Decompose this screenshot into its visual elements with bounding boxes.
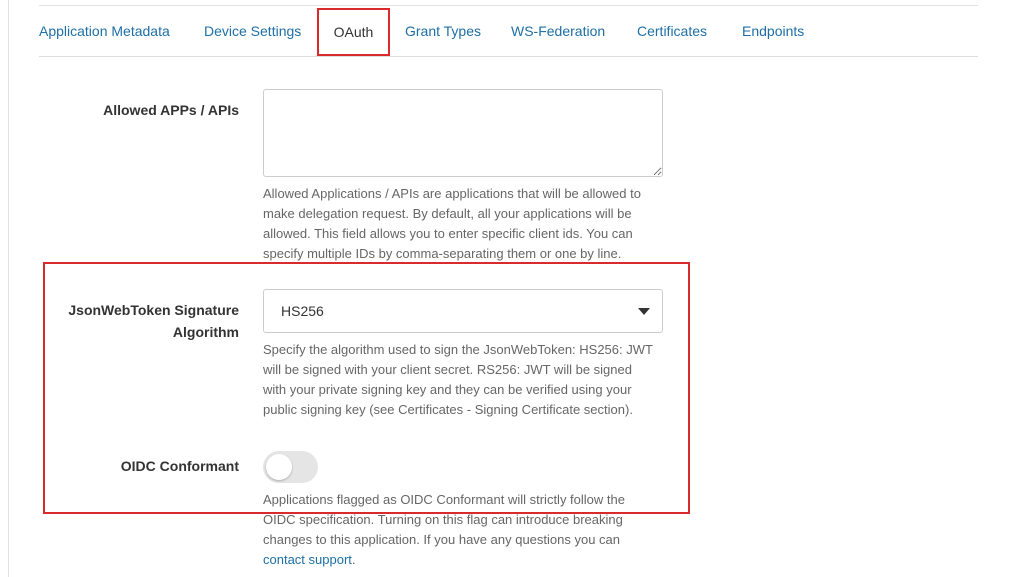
allowed-apps-label: Allowed APPs / APIs	[103, 102, 239, 118]
oidc-help-suffix: .	[351, 552, 356, 567]
allowed-apps-textarea[interactable]	[263, 89, 663, 177]
oidc-help-line-last: contact support.	[263, 550, 663, 570]
oauth-settings-page: Application Metadata Device Settings OAu…	[0, 0, 1017, 577]
tab-endpoints[interactable]: Endpoints	[742, 8, 804, 56]
toggle-knob	[266, 454, 292, 480]
tab-application-metadata[interactable]: Application Metadata	[39, 8, 170, 56]
jwt-algorithm-help-line: will be signed with your client secret. …	[263, 362, 632, 377]
jwt-algorithm-label: JsonWebToken Signature Algorithm	[39, 299, 239, 343]
oidc-conformant-help: Applications flagged as OIDC Conformant …	[263, 490, 663, 570]
tab-device-settings[interactable]: Device Settings	[204, 8, 301, 56]
oidc-help-line: changes to this application. If you have…	[263, 532, 621, 547]
oidc-conformant-label: OIDC Conformant	[120, 458, 239, 474]
jwt-algorithm-help-line: Specify the algorithm used to sign the J…	[263, 342, 653, 357]
jwt-algorithm-label-line: JsonWebToken Signature	[68, 302, 239, 318]
tab-grant-types[interactable]: Grant Types	[405, 8, 481, 56]
allowed-apps-help-line: allowed. This field allows you to enter …	[263, 226, 633, 241]
contact-support-link[interactable]: contact support	[263, 552, 352, 567]
tab-certificates[interactable]: Certificates	[637, 8, 707, 56]
allowed-apps-help: Allowed Applications / APIs are applicat…	[263, 184, 663, 264]
oidc-help-line: Applications flagged as OIDC Conformant …	[263, 492, 625, 507]
tab-topline	[39, 5, 978, 6]
chevron-down-icon	[638, 308, 650, 315]
jwt-algorithm-help-line: with your private signing key and they c…	[263, 382, 632, 397]
left-rail	[0, 0, 9, 577]
allowed-apps-help-line: make delegation request. By default, all…	[263, 206, 632, 221]
jwt-algorithm-select[interactable]: HS256	[263, 289, 663, 333]
jwt-algorithm-help-line: public signing key (see Certificates - S…	[263, 402, 633, 417]
tab-oauth[interactable]: OAuth	[317, 8, 390, 56]
allowed-apps-help-line: specify multiple IDs by comma-separating…	[263, 246, 622, 261]
oidc-help-line: OIDC specification. Turning on this flag…	[263, 512, 623, 527]
tab-ws-federation[interactable]: WS-Federation	[511, 8, 605, 56]
jwt-algorithm-selected-value: HS256	[281, 303, 324, 319]
jwt-algorithm-label-line: Algorithm	[172, 324, 239, 340]
oidc-conformant-toggle[interactable]	[263, 451, 318, 483]
jwt-algorithm-help: Specify the algorithm used to sign the J…	[263, 340, 663, 420]
tab-bar: Application Metadata Device Settings OAu…	[39, 8, 978, 57]
allowed-apps-help-line: Allowed Applications / APIs are applicat…	[263, 186, 641, 201]
